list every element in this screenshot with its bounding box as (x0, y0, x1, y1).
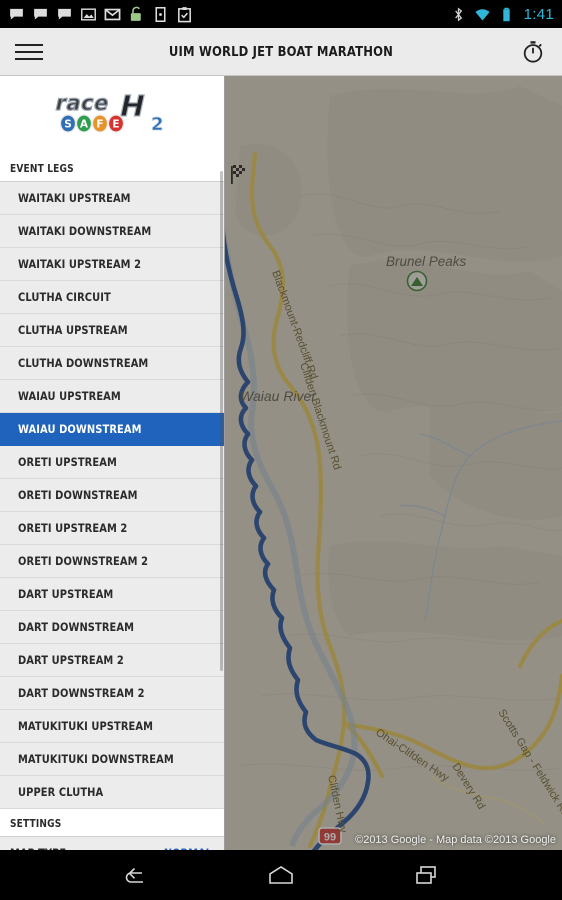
drawer-item-label: WAITAKI UPSTREAM (18, 191, 131, 205)
svg-text:S: S (64, 119, 72, 131)
drawer-item-waitaki-downstream[interactable]: WAITAKI DOWNSTREAM (0, 215, 224, 248)
drawer-item-oreti-upstream[interactable]: ORETI UPSTREAM (0, 446, 224, 479)
recent-apps-button[interactable] (407, 858, 447, 892)
setting-value-map-type: NORMAL (164, 846, 212, 850)
wifi-icon (475, 8, 490, 21)
map-label: Brunel Peaks (386, 254, 467, 269)
wallet-lock-icon (130, 6, 141, 21)
drawer-item-label: WAITAKI UPSTREAM 2 (18, 257, 142, 271)
home-button[interactable] (261, 858, 301, 892)
battery-icon (502, 7, 510, 21)
drawer-item-label: ORETI UPSTREAM (18, 455, 117, 469)
drawer-item-waitaki-upstream[interactable]: WAITAKI UPSTREAM (0, 182, 224, 215)
drawer-item-label: CLUTHA UPSTREAM (18, 323, 128, 337)
drawer-item-label: ORETI DOWNSTREAM 2 (18, 554, 149, 568)
back-button[interactable] (115, 858, 155, 892)
clipboard-check-icon (178, 6, 191, 22)
drawer-item-label: ORETI DOWNSTREAM (18, 488, 138, 502)
section-header-settings-label: SETTINGS (10, 818, 62, 830)
drawer-item-oreti-downstream[interactable]: ORETI DOWNSTREAM (0, 479, 224, 512)
android-navigation-bar (0, 850, 562, 900)
drawer-item-label: CLUTHA DOWNSTREAM (18, 356, 149, 370)
chat-icon (34, 8, 47, 19)
gmail-icon (104, 8, 121, 20)
app-root: 1:41 UIM WORLD JET BOAT MARATHON 99 Brun… (0, 0, 562, 900)
drawer-item-dart-downstream[interactable]: DART DOWNSTREAM (0, 611, 224, 644)
setting-row-map-type[interactable]: MAP TYPE NORMAL (0, 837, 224, 850)
drawer-item-dart-upstream-2[interactable]: DART UPSTREAM 2 (0, 644, 224, 677)
drawer-item-oreti-upstream-2[interactable]: ORETI UPSTREAM 2 (0, 512, 224, 545)
drawer-item-waiau-downstream[interactable]: WAIAU DOWNSTREAM (0, 413, 224, 446)
drawer-item-clutha-upstream[interactable]: CLUTHA UPSTREAM (0, 314, 224, 347)
drawer-item-label: DART UPSTREAM 2 (18, 653, 124, 667)
drawer-item-label: WAIAU DOWNSTREAM (18, 422, 142, 436)
drawer-item-clutha-circuit[interactable]: CLUTHA CIRCUIT (0, 281, 224, 314)
chat-icon (10, 8, 23, 19)
drawer-item-upper-clutha[interactable]: UPPER CLUTHA (0, 776, 224, 809)
bluetooth-icon (454, 7, 462, 21)
setting-label-map-type: MAP TYPE (10, 846, 66, 850)
status-notification-icons (8, 6, 193, 23)
svg-text:99: 99 (324, 832, 336, 844)
svg-text:F: F (96, 119, 103, 131)
svg-text:A: A (80, 119, 89, 131)
phone-icon (155, 6, 166, 22)
park-marker (406, 270, 428, 292)
svg-text:2: 2 (151, 114, 164, 135)
section-header-event-legs-label: EVENT LEGS (10, 163, 74, 175)
content-area: 99 Brunel Peaks Blackmount-Redcliff Rd W… (0, 76, 562, 850)
page-title: UIM WORLD JET BOAT MARATHON (168, 43, 394, 60)
drawer-item-label: WAIAU UPSTREAM (18, 389, 121, 403)
section-header-settings: SETTINGS (0, 809, 224, 837)
photo-icon (81, 7, 96, 21)
android-status-bar: 1:41 (0, 0, 562, 28)
drawer-item-dart-upstream[interactable]: DART UPSTREAM (0, 578, 224, 611)
drawer-item-label: MATUKITUKI UPSTREAM (18, 719, 154, 733)
stopwatch-icon[interactable] (518, 37, 548, 67)
drawer-item-label: UPPER CLUTHA (18, 785, 104, 799)
status-clock: 1:41 (523, 5, 554, 23)
drawer-item-label: DART UPSTREAM (18, 587, 114, 601)
action-bar: UIM WORLD JET BOAT MARATHON (0, 28, 562, 76)
hamburger-menu-icon[interactable] (15, 37, 55, 67)
section-header-event-legs: EVENT LEGS (0, 154, 224, 182)
drawer-item-label: CLUTHA CIRCUIT (18, 290, 111, 304)
drawer-item-matukituki-downstream[interactable]: MATUKITUKI DOWNSTREAM (0, 743, 224, 776)
svg-text:E: E (112, 119, 119, 131)
app-logo: race H 2 S A F E (0, 76, 224, 154)
map-attribution: ©2013 Google - Map data ©2013 Google (355, 834, 556, 846)
drawer-item-label: ORETI UPSTREAM 2 (18, 521, 128, 535)
drawer-item-waiau-upstream[interactable]: WAIAU UPSTREAM (0, 380, 224, 413)
drawer-item-label: WAITAKI DOWNSTREAM (18, 224, 152, 238)
chat-icon (58, 8, 71, 19)
drawer-item-label: DART DOWNSTREAM 2 (18, 686, 145, 700)
drawer-item-dart-downstream-2[interactable]: DART DOWNSTREAM 2 (0, 677, 224, 710)
race-safe-h2-logo: race H 2 S A F E (53, 89, 164, 136)
drawer-scrollbar[interactable] (220, 171, 223, 671)
drawer-item-oreti-downstream-2[interactable]: ORETI DOWNSTREAM 2 (0, 545, 224, 578)
navigation-drawer[interactable]: race H 2 S A F E EVENT LEGS WAITAKI UPST… (0, 76, 225, 850)
drawer-item-matukituki-upstream[interactable]: MATUKITUKI UPSTREAM (0, 710, 224, 743)
drawer-item-label: MATUKITUKI DOWNSTREAM (18, 752, 174, 766)
drawer-item-label: DART DOWNSTREAM (18, 620, 135, 634)
svg-text:race: race (53, 91, 111, 116)
drawer-item-waitaki-upstream-2[interactable]: WAITAKI UPSTREAM 2 (0, 248, 224, 281)
drawer-item-clutha-downstream[interactable]: CLUTHA DOWNSTREAM (0, 347, 224, 380)
status-system-icons: 1:41 (450, 6, 554, 23)
